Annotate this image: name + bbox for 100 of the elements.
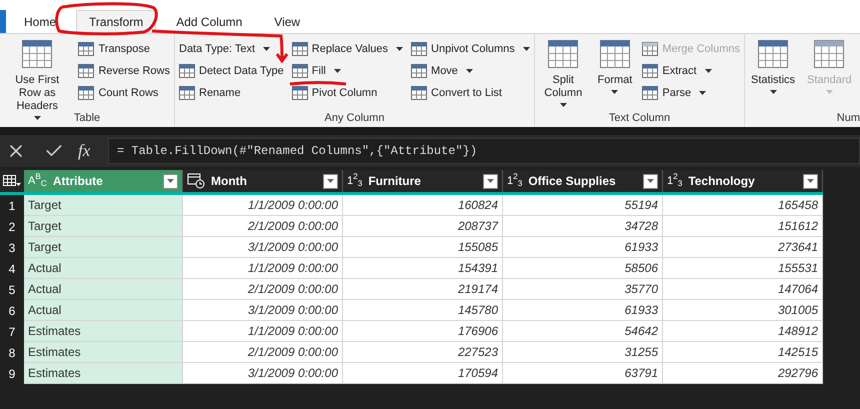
- row-number: 7: [8, 324, 16, 340]
- group-label: Table: [74, 111, 100, 126]
- ribbon-button[interactable]: Move: [411, 60, 530, 82]
- ribbon-button[interactable]: Parse: [642, 82, 740, 104]
- ribbon-button[interactable]: Reverse Rows: [78, 60, 170, 82]
- ribbon-button[interactable]: Extract: [642, 60, 740, 82]
- table-icon: [22, 40, 52, 68]
- table-icon: [292, 86, 308, 100]
- ribbon-button[interactable]: Statistics: [749, 38, 798, 94]
- table-icon: [292, 64, 308, 78]
- ribbon-button[interactable]: Convert to List: [411, 82, 530, 104]
- caret-icon: [327, 179, 334, 183]
- annotation-underline: [288, 80, 348, 86]
- table-cell-text: 2/1/2009 0:00:00: [248, 281, 338, 298]
- table-cell-text: 155531: [778, 260, 818, 277]
- ribbon-button[interactable]: Fill: [292, 60, 404, 82]
- ribbon-tab[interactable]: Transform: [76, 10, 156, 33]
- table-cell-text: 176906: [458, 323, 498, 340]
- formula-field[interactable]: = Table.FillDown(#"Renamed Columns",{"Attribute"}): [108, 138, 860, 164]
- table-cell-text: 142515: [778, 344, 818, 361]
- ribbon-button[interactable]: Replace Values: [292, 38, 404, 60]
- table-cell-text: 34728: [624, 218, 658, 235]
- table-cell-text: Actual: [28, 302, 62, 319]
- table-cell-text: 55194: [624, 197, 658, 214]
- ribbon-button[interactable]: Use First Row as Headers: [4, 38, 70, 120]
- table-cell-text: 1/1/2009 0:00:00: [248, 197, 338, 214]
- table-icon: [411, 86, 428, 100]
- table-icon: [642, 42, 658, 56]
- table-icon: [814, 40, 844, 68]
- caret-icon: [167, 179, 174, 183]
- ribbon-button[interactable]: Transpose: [78, 38, 170, 60]
- ribbon-button[interactable]: Count Rows: [78, 82, 170, 104]
- caret-icon: [807, 179, 814, 183]
- table-cell-text: Actual: [28, 260, 62, 277]
- table-cell-text: 3/1/2009 0:00:00: [248, 365, 338, 382]
- ribbon-button[interactable]: Detect Data Type: [179, 60, 284, 82]
- table-cell-text: 208737: [458, 218, 498, 235]
- row-number: 6: [8, 302, 16, 320]
- group-label: Num: [836, 111, 860, 126]
- table-icon: [78, 86, 94, 100]
- table-icon: [179, 86, 195, 100]
- ribbon-button[interactable]: Split Column: [539, 38, 588, 107]
- table-cell-text: 170594: [458, 365, 498, 382]
- filter-button[interactable]: [803, 174, 818, 188]
- row-number: 4: [8, 260, 16, 278]
- row-number: 3: [8, 240, 16, 256]
- calendar-clock-icon: [187, 173, 205, 189]
- table-cell-text: Estimates: [28, 323, 81, 340]
- table-cell-text: 147064: [778, 281, 818, 298]
- table-cell-text: 3/1/2009 0:00:00: [248, 302, 338, 319]
- row-number: 9: [8, 366, 16, 382]
- table-cell-text: 54642: [624, 323, 658, 340]
- group-label: Text Column: [608, 111, 670, 126]
- table-cell-text: 58506: [624, 260, 658, 277]
- filter-button[interactable]: [323, 174, 338, 188]
- filter-button[interactable]: [483, 174, 498, 188]
- table-icon: [179, 64, 195, 78]
- table-icon: [411, 64, 428, 78]
- table-cell-text: Actual: [28, 281, 62, 298]
- row-number: 8: [8, 344, 16, 362]
- table-cell-text: 61933: [624, 302, 658, 319]
- table-cell-text: 292796: [778, 365, 818, 382]
- table-cell-text: 273641: [778, 239, 818, 256]
- table-cell-text: Target: [28, 218, 62, 235]
- table-icon: [411, 42, 428, 56]
- row-number: 2: [8, 218, 16, 236]
- table-cell-text: 301005: [778, 302, 818, 319]
- ribbon-button[interactable]: Pivot Column: [292, 82, 404, 104]
- table-cell-text: Estimates: [28, 365, 81, 382]
- table-cell-text: 63791: [624, 365, 658, 382]
- ribbon-button[interactable]: Data Type: Text: [179, 38, 284, 60]
- table-cell-text: 35770: [624, 281, 658, 298]
- table-cell-text: 151612: [778, 218, 818, 235]
- table-icon: [78, 64, 94, 78]
- table-icon: [600, 40, 630, 68]
- table-icon: [758, 40, 788, 68]
- table-menu-icon[interactable]: [3, 175, 21, 187]
- filter-button[interactable]: [643, 174, 658, 188]
- table-cell-text: 145780: [458, 302, 498, 319]
- function-button[interactable]: fx: [78, 138, 98, 164]
- table-cell-text: Target: [28, 197, 62, 214]
- table-cell-text: 160824: [458, 197, 498, 214]
- table-cell-text: 2/1/2009 0:00:00: [248, 344, 338, 361]
- table-cell-text: 165458: [778, 197, 818, 214]
- table-cell-text: 219174: [458, 281, 498, 298]
- table-icon: [78, 42, 94, 56]
- table-cell-text: 1/1/2009 0:00:00: [248, 260, 338, 277]
- table-cell-text: 154391: [458, 260, 498, 277]
- table-cell-text: Estimates: [28, 344, 81, 361]
- app-accent: [0, 10, 6, 33]
- table-cell-text: 155085: [458, 239, 498, 256]
- caret-icon: [647, 179, 654, 183]
- row-number: 1: [8, 198, 16, 214]
- row-number: 5: [8, 282, 16, 298]
- table-icon: [292, 42, 308, 56]
- ribbon-button[interactable]: Unpivot Columns: [411, 38, 530, 60]
- ribbon-button[interactable]: Rename: [179, 82, 284, 104]
- table-cell-text: 148912: [778, 323, 818, 340]
- ribbon-button[interactable]: Format: [596, 38, 634, 94]
- caret-icon: [487, 179, 494, 183]
